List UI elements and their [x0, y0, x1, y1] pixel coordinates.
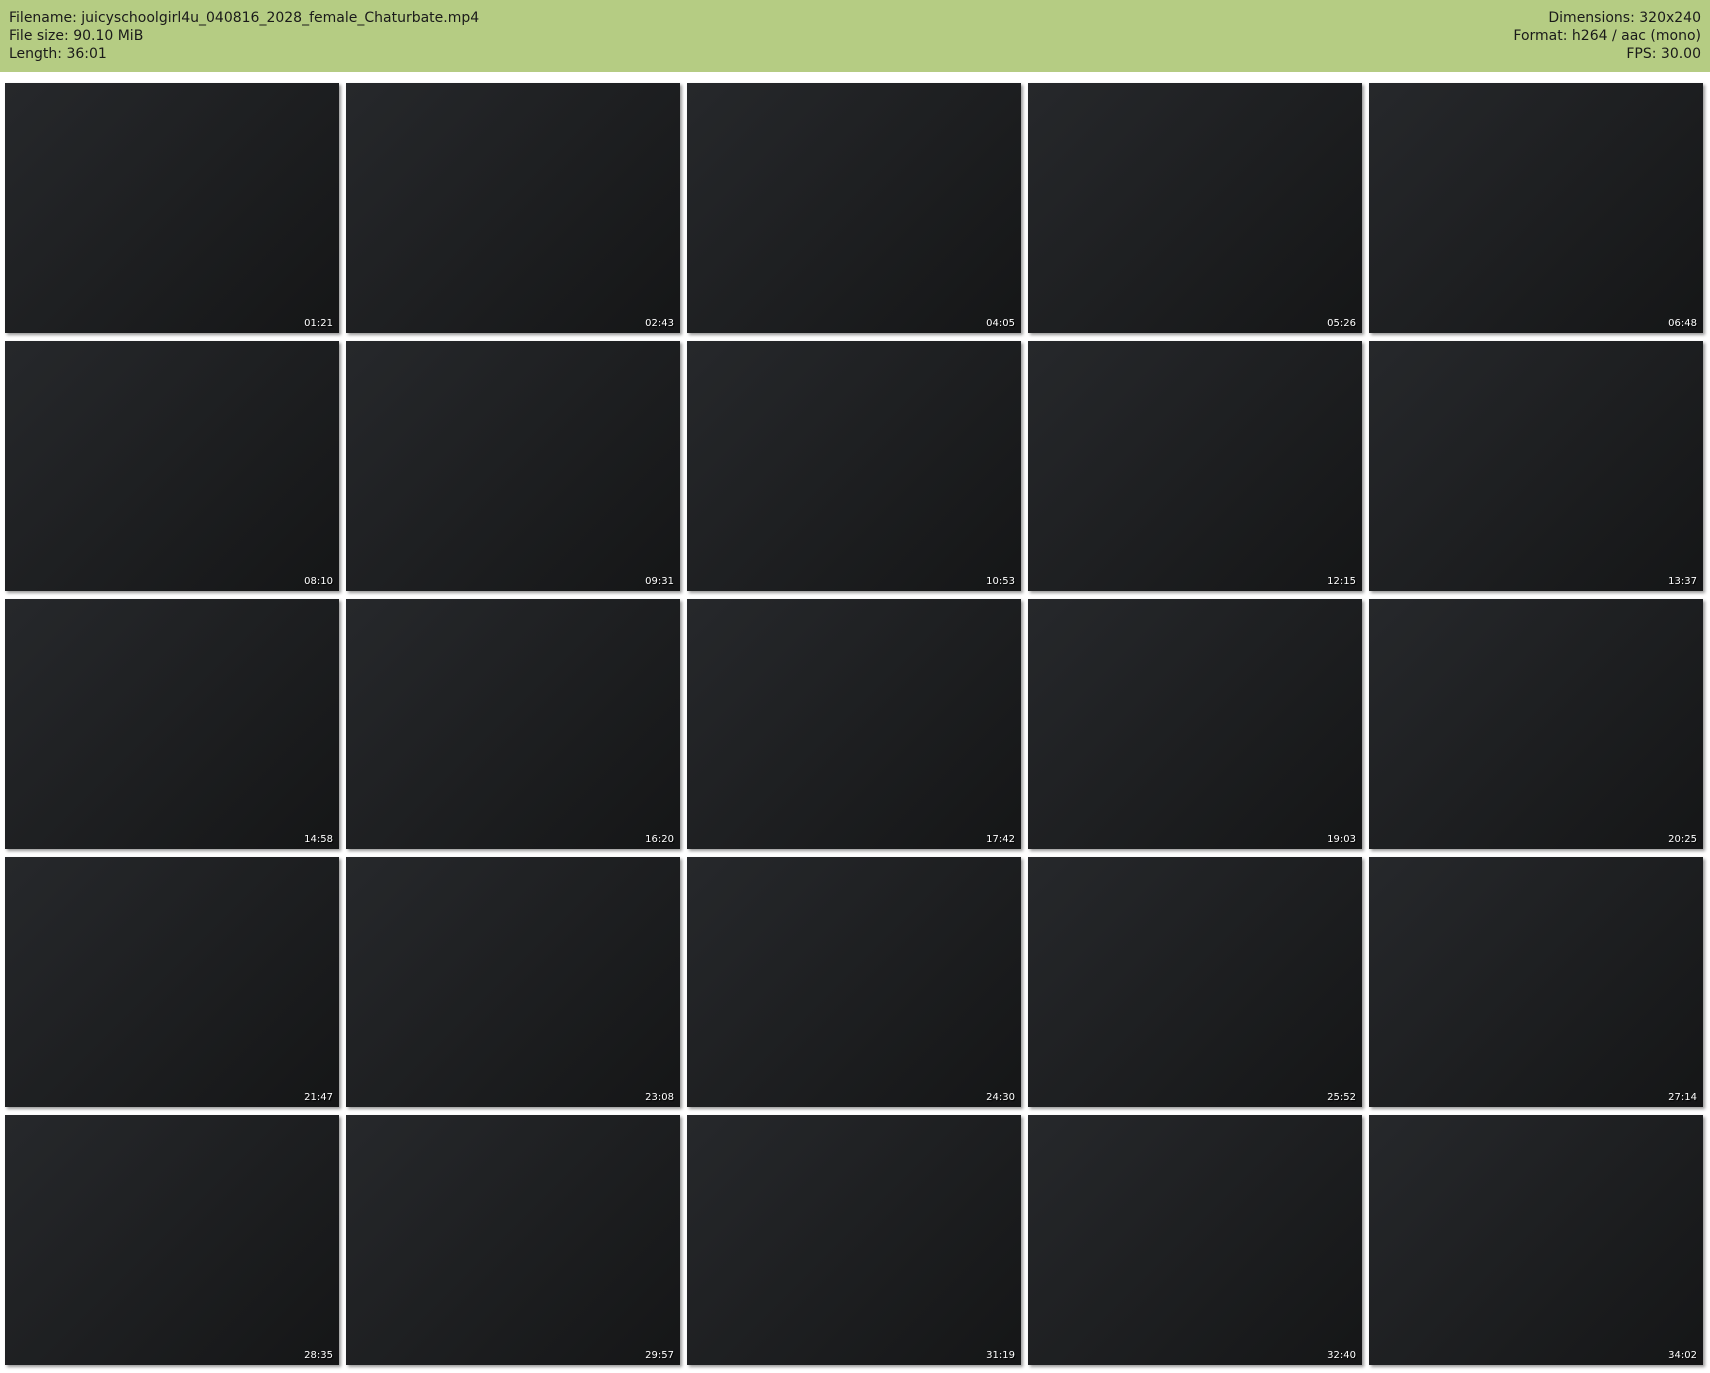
thumbnail-image-placeholder — [1028, 83, 1362, 333]
thumbnail-image-placeholder — [5, 1115, 339, 1365]
thumbnail-image-placeholder — [1369, 83, 1703, 333]
file-size: File size: 90.10 MiB — [9, 28, 144, 44]
thumbnail-timestamp: 04:05 — [986, 318, 1015, 329]
thumbnail-timestamp: 21:47 — [304, 1092, 333, 1103]
thumbnail[interactable]: 06:48 — [1369, 83, 1703, 333]
thumbnail[interactable]: 34:02 — [1369, 1115, 1703, 1365]
thumbnail[interactable]: 19:03 — [1028, 599, 1362, 849]
thumbnail-image-placeholder — [1369, 341, 1703, 591]
thumbnail-image-placeholder — [1028, 341, 1362, 591]
thumbnail-image-placeholder — [687, 857, 1021, 1107]
thumbnail-timestamp: 10:53 — [986, 576, 1015, 587]
thumbnail[interactable]: 12:15 — [1028, 341, 1362, 591]
thumbnail[interactable]: 20:25 — [1369, 599, 1703, 849]
file-info-right: Dimensions: 320x240 Format: h264 / aac (… — [1513, 9, 1701, 63]
file-info-left: Filename: juicyschoolgirl4u_040816_2028_… — [9, 9, 479, 63]
thumbnail-image-placeholder — [5, 341, 339, 591]
format: Format: h264 / aac (mono) — [1513, 28, 1701, 44]
thumbnail-image-placeholder — [687, 341, 1021, 591]
thumbnail-timestamp: 14:58 — [304, 834, 333, 845]
thumbnail-image-placeholder — [1369, 599, 1703, 849]
thumbnail-timestamp: 05:26 — [1327, 318, 1356, 329]
thumbnail-timestamp: 12:15 — [1327, 576, 1356, 587]
thumbnail-timestamp: 17:42 — [986, 834, 1015, 845]
thumbnail-image-placeholder — [346, 599, 680, 849]
thumbnail[interactable]: 09:31 — [346, 341, 680, 591]
thumbnail-timestamp: 29:57 — [645, 1350, 674, 1361]
info-header: Filename: juicyschoolgirl4u_040816_2028_… — [0, 0, 1710, 72]
thumbnail-timestamp: 13:37 — [1668, 576, 1697, 587]
thumbnail-image-placeholder — [346, 857, 680, 1107]
thumbnail[interactable]: 29:57 — [346, 1115, 680, 1365]
thumbnail[interactable]: 25:52 — [1028, 857, 1362, 1107]
thumbnail[interactable]: 28:35 — [5, 1115, 339, 1365]
thumbnail[interactable]: 14:58 — [5, 599, 339, 849]
thumbnail-timestamp: 34:02 — [1668, 1350, 1697, 1361]
thumbnail-image-placeholder — [346, 1115, 680, 1365]
thumbnail-image-placeholder — [1369, 1115, 1703, 1365]
thumbnail[interactable]: 24:30 — [687, 857, 1021, 1107]
thumbnail[interactable]: 21:47 — [5, 857, 339, 1107]
thumbnail-image-placeholder — [346, 341, 680, 591]
thumbnail-timestamp: 20:25 — [1668, 834, 1697, 845]
thumbnail-timestamp: 19:03 — [1327, 834, 1356, 845]
thumbnail-timestamp: 08:10 — [304, 576, 333, 587]
thumbnail[interactable]: 32:40 — [1028, 1115, 1362, 1365]
thumbnail-timestamp: 32:40 — [1327, 1350, 1356, 1361]
thumbnail-timestamp: 24:30 — [986, 1092, 1015, 1103]
thumbnail[interactable]: 23:08 — [346, 857, 680, 1107]
thumbnail-image-placeholder — [1028, 1115, 1362, 1365]
thumbnail-image-placeholder — [5, 857, 339, 1107]
thumbnail-timestamp: 02:43 — [645, 318, 674, 329]
thumbnail-image-placeholder — [1028, 857, 1362, 1107]
thumbnail[interactable]: 13:37 — [1369, 341, 1703, 591]
thumbnail[interactable]: 27:14 — [1369, 857, 1703, 1107]
thumbnail-timestamp: 27:14 — [1668, 1092, 1697, 1103]
thumbnail-timestamp: 09:31 — [645, 576, 674, 587]
thumbnail-timestamp: 06:48 — [1668, 318, 1697, 329]
thumbnail-image-placeholder — [5, 599, 339, 849]
thumbnail-image-placeholder — [687, 599, 1021, 849]
thumbnail-image-placeholder — [1028, 599, 1362, 849]
thumbnail-timestamp: 28:35 — [304, 1350, 333, 1361]
thumbnail-timestamp: 01:21 — [304, 318, 333, 329]
thumbnail[interactable]: 31:19 — [687, 1115, 1021, 1365]
thumbnail[interactable]: 08:10 — [5, 341, 339, 591]
thumbnail[interactable]: 01:21 — [5, 83, 339, 333]
thumbnail[interactable]: 16:20 — [346, 599, 680, 849]
thumbnail-image-placeholder — [687, 83, 1021, 333]
filename: Filename: juicyschoolgirl4u_040816_2028_… — [9, 10, 480, 26]
length: Length: 36:01 — [9, 46, 107, 62]
thumbnail[interactable]: 02:43 — [346, 83, 680, 333]
thumbnail[interactable]: 17:42 — [687, 599, 1021, 849]
thumbnail-grid: 01:21 02:43 04:05 05:26 06:48 08:10 09:31 10:53… — [5, 83, 1703, 1373]
fps: FPS: 30.00 — [1626, 46, 1701, 62]
thumbnail-timestamp: 23:08 — [645, 1092, 674, 1103]
thumbnail[interactable]: 04:05 — [687, 83, 1021, 333]
thumbnail-image-placeholder — [346, 83, 680, 333]
thumbnail-timestamp: 25:52 — [1327, 1092, 1356, 1103]
thumbnail-image-placeholder — [1369, 857, 1703, 1107]
thumbnail-timestamp: 31:19 — [986, 1350, 1015, 1361]
thumbnail-image-placeholder — [687, 1115, 1021, 1365]
thumbnail[interactable]: 05:26 — [1028, 83, 1362, 333]
thumbnail[interactable]: 10:53 — [687, 341, 1021, 591]
dimensions: Dimensions: 320x240 — [1548, 10, 1701, 26]
thumbnail-image-placeholder — [5, 83, 339, 333]
thumbnail-timestamp: 16:20 — [645, 834, 674, 845]
